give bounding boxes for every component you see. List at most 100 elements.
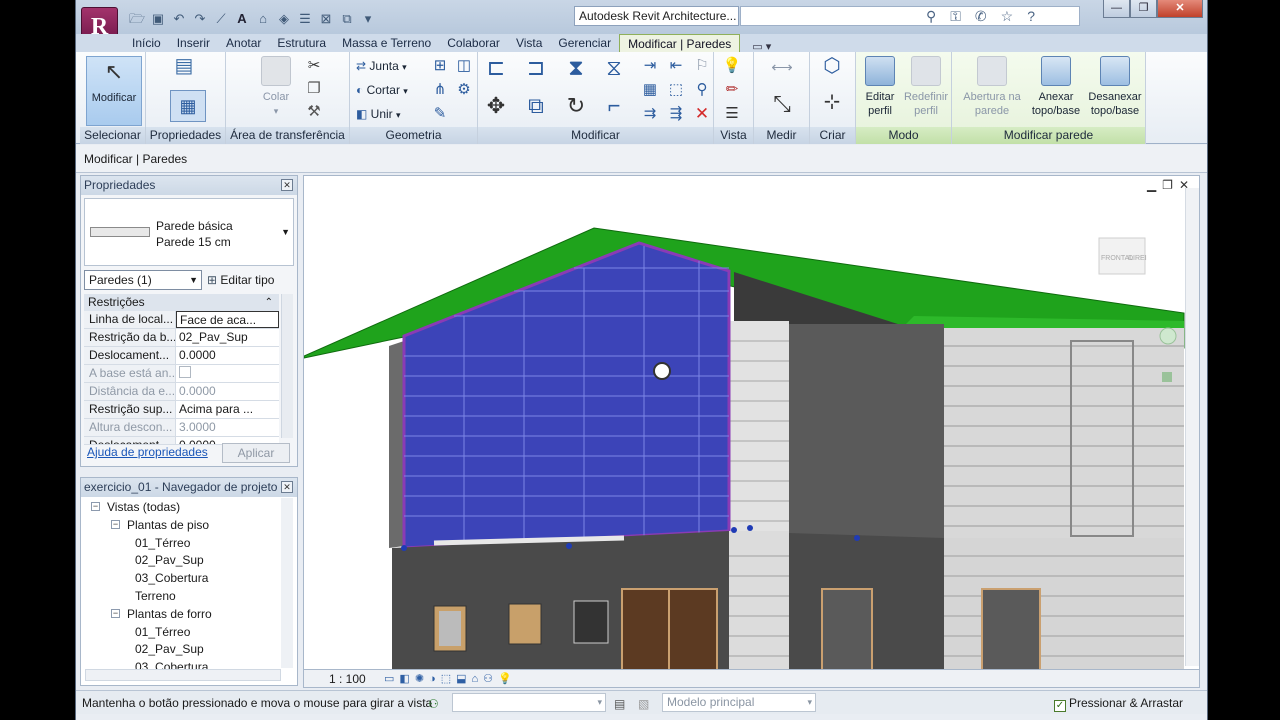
viewcube-right[interactable]: DIREI [1128, 255, 1147, 262]
editar-perfil-button[interactable]: Editar perfil [858, 56, 902, 118]
colar-button[interactable]: Colar ▾ [256, 56, 296, 118]
split-face-icon[interactable]: ◫ [454, 56, 474, 76]
junta-button[interactable]: ⇄ Junta ▾ [356, 57, 407, 75]
abertura-parede-button[interactable]: Abertura na parede [954, 56, 1030, 118]
project-browser-hscrollbar[interactable] [85, 669, 281, 681]
property-checkbox[interactable] [176, 365, 279, 382]
trim-multiple-icon[interactable]: ⇉ [640, 104, 660, 124]
delete-icon[interactable]: ✕ [692, 104, 712, 124]
split-element-icon[interactable]: ⇥ [640, 56, 660, 76]
view-minimize-icon[interactable]: ▁ [1147, 178, 1156, 192]
grip-right[interactable] [731, 527, 737, 533]
favorites-star-icon[interactable]: ☆ [1001, 8, 1014, 25]
project-browser-scrollbar[interactable] [281, 498, 293, 668]
properties-help-link[interactable]: Ajuda de propriedades [87, 445, 208, 459]
brick-column[interactable] [729, 321, 789, 541]
tree-node[interactable]: Terreno [81, 587, 281, 605]
copy-icon[interactable]: ❐ [304, 79, 324, 99]
modificar-button[interactable]: ↖ Modificar [86, 56, 142, 126]
property-row[interactable]: Deslocament...0.0000 [84, 347, 279, 365]
trim-single-icon[interactable]: ⇶ [666, 104, 686, 124]
tree-toggle-icon[interactable]: − [111, 519, 120, 529]
grip-mid[interactable] [566, 543, 572, 549]
sun-path-icon[interactable]: ✺ [415, 671, 424, 687]
show-crop-icon[interactable]: ⬓ [456, 671, 466, 687]
wall-joins-icon[interactable]: ⊞ [430, 56, 450, 76]
switch-windows-icon[interactable]: ⧉ [338, 10, 356, 28]
customize-qat-icon[interactable]: ▾ [359, 10, 377, 28]
view-scrollbar[interactable] [1185, 188, 1199, 666]
view-restore-icon[interactable]: ❐ [1162, 178, 1173, 192]
window-2[interactable] [508, 603, 542, 645]
property-row[interactable]: Linha de local... Face de aca... [84, 311, 279, 329]
override-graphics-icon[interactable]: ✏ [722, 80, 742, 100]
copy-element-icon[interactable]: ⧉ [526, 95, 546, 117]
reveal-hidden-icon[interactable]: 💡 [498, 671, 512, 687]
undo-icon[interactable]: ↶ [170, 10, 188, 28]
visual-style-icon[interactable]: ◧ [399, 671, 409, 687]
paint-icon[interactable]: ⚙ [454, 80, 474, 100]
offset-icon[interactable]: ⊐ [526, 57, 546, 79]
tree-toggle-icon[interactable]: − [111, 608, 120, 618]
mirror-draw-icon[interactable]: ⧖ [604, 57, 624, 79]
tree-node[interactable]: 01_Térreo [81, 623, 281, 641]
tree-node[interactable]: 03_Cobertura [81, 569, 281, 587]
scale-icon[interactable]: ⬚ [666, 80, 686, 100]
measure-icon[interactable]: ⟋ [212, 10, 230, 28]
desanexar-button[interactable]: Desanexar topo/base [1084, 56, 1146, 118]
window-4[interactable] [821, 588, 873, 670]
type-properties-icon[interactable]: ▤ [174, 56, 194, 76]
property-value[interactable]: Acima para ... [176, 401, 279, 418]
properties-close-icon[interactable]: ✕ [281, 179, 293, 191]
mirror-axis-icon[interactable]: ⧗ [566, 57, 586, 79]
tree-node[interactable]: − Vistas (todas) [81, 498, 281, 516]
close-hidden-icon[interactable]: ⊠ [317, 10, 335, 28]
tab-massa-terreno[interactable]: Massa e Terreno [334, 34, 439, 53]
tab-estrutura[interactable]: Estrutura [269, 34, 334, 53]
section-restricoes[interactable]: Restrições ⌃ [84, 294, 279, 311]
checkbox[interactable] [179, 366, 191, 378]
crop-view-icon[interactable]: ⬚ [441, 671, 451, 687]
property-value[interactable]: 02_Pav_Sup [176, 329, 279, 346]
text-icon[interactable]: A [233, 10, 251, 28]
measure-distance-icon[interactable]: ⟷ [762, 58, 802, 78]
close-button[interactable]: ✕ [1157, 0, 1203, 18]
tree-node[interactable]: 02_Pav_Sup [81, 551, 281, 569]
property-row[interactable]: Restrição da b... 02_Pav_Sup [84, 329, 279, 347]
array-icon[interactable]: ▦ [640, 80, 660, 100]
3d-view-canvas[interactable]: FRONTAL DIREI ▁ ❐ ✕ [303, 175, 1200, 670]
press-drag-checkbox[interactable]: ✓ [1053, 700, 1066, 712]
edit-type-button[interactable]: ⊞ Editar tipo [207, 270, 274, 290]
middle-wall-dark[interactable] [789, 324, 944, 539]
anexar-button[interactable]: Anexar topo/base [1028, 56, 1084, 118]
cut-icon[interactable]: ✂ [304, 56, 324, 76]
open-icon[interactable]: 🗁 [128, 10, 146, 28]
hide-in-view-icon[interactable]: 💡 [722, 56, 742, 76]
tree-toggle-icon[interactable]: − [91, 502, 100, 511]
tab-inserir[interactable]: Inserir [169, 34, 218, 53]
property-value[interactable]: 0.0000 [176, 347, 279, 364]
section-icon[interactable]: ◈ [275, 10, 293, 28]
communication-icon[interactable]: ✆ [975, 8, 987, 25]
grip-far[interactable] [854, 535, 860, 541]
tab-colaborar[interactable]: Colaborar [439, 34, 508, 53]
cortar-button[interactable]: ◐ Cortar ▾ [356, 81, 408, 99]
temporary-hide-icon[interactable]: ⚇ [483, 671, 493, 687]
minimize-button[interactable]: — [1103, 0, 1130, 18]
rotate-icon[interactable]: ↻ [566, 95, 586, 117]
tab-modificar-paredes[interactable]: Modificar | Paredes [619, 34, 741, 53]
create-similar-icon[interactable]: ⊹ [822, 92, 842, 112]
design-options-icon[interactable]: ▧ [638, 693, 649, 715]
grip-end[interactable] [747, 525, 753, 531]
properties-palette-icon[interactable]: ▦ [170, 90, 206, 122]
split-gap-icon[interactable]: ⇤ [666, 56, 686, 76]
unlocked-3d-icon[interactable]: ⌂ [472, 671, 479, 687]
worksets-icon[interactable]: ⚇ [428, 693, 439, 715]
window-5[interactable] [981, 588, 1041, 670]
save-icon[interactable]: ▣ [149, 10, 167, 28]
tab-inicio[interactable]: Início [124, 34, 169, 53]
shadows-icon[interactable]: ◑ [429, 671, 436, 687]
tab-vista[interactable]: Vista [508, 34, 550, 53]
trim-extend-icon[interactable]: ⌐ [604, 95, 624, 117]
editable-only-icon[interactable]: ▤ [614, 693, 625, 715]
